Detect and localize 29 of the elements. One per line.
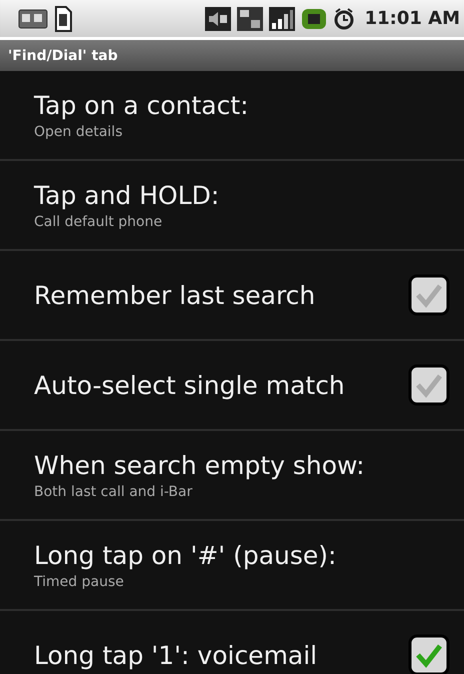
setting-summary: Timed pause	[34, 574, 125, 590]
keyboard-icon	[18, 8, 48, 30]
setting-summary: Call default phone	[34, 214, 164, 230]
settings-item[interactable]: Remember last search	[0, 251, 464, 341]
setting-summary: Both last call and i-Bar	[34, 484, 194, 500]
settings-item[interactable]: When search empty show: Both last call and i-Bar	[0, 431, 464, 521]
setting-title: Tap and HOLD:	[34, 180, 220, 210]
settings-item[interactable]: Long tap '1': voicemail	[0, 611, 464, 674]
checkbox[interactable]	[408, 274, 450, 316]
sd-card-icon	[54, 6, 72, 32]
setting-title: Long tap '1': voicemail	[34, 640, 318, 670]
setting-title: Auto-select single match	[34, 370, 345, 400]
settings-item[interactable]: Auto-select single match	[0, 341, 464, 431]
alarm-clock-icon	[332, 6, 355, 30]
setting-title: When search empty show:	[34, 450, 365, 480]
signal-icon	[268, 6, 295, 30]
mute-icon	[204, 6, 231, 30]
setting-title: Remember last search	[34, 280, 316, 310]
setting-title: Long tap on '#' (pause):	[34, 540, 336, 570]
status-time: 11:01 AM	[364, 8, 460, 29]
settings-item[interactable]: Tap on a contact: Open details	[0, 71, 464, 161]
screen-title: 'Find/Dial' tab	[8, 48, 118, 64]
settings-item[interactable]: Long tap on '#' (pause): Timed pause	[0, 521, 464, 611]
setting-title: Tap on a contact:	[34, 90, 249, 120]
checkbox[interactable]	[408, 634, 450, 674]
setting-summary: Open details	[34, 124, 124, 140]
checkbox[interactable]	[408, 364, 450, 406]
battery-icon	[300, 6, 327, 30]
settings-item[interactable]: Tap and HOLD: Call default phone	[0, 161, 464, 251]
